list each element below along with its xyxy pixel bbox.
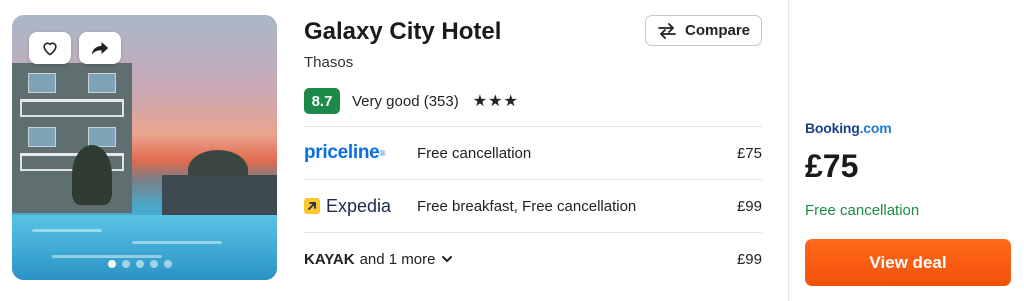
carousel-dot[interactable] — [150, 260, 158, 268]
view-deal-button[interactable]: View deal — [805, 239, 1011, 286]
swap-arrows-icon — [658, 22, 676, 39]
hotel-result-card: Galaxy City Hotel Thasos 8.7 Very good (… — [0, 0, 1024, 301]
share-arrow-icon — [91, 42, 109, 55]
offer-row-priceline[interactable]: priceline ® Free cancellation £75 — [304, 126, 762, 179]
favorite-button[interactable] — [29, 32, 71, 64]
review-summary: Very good (353) — [352, 92, 459, 110]
chevron-down-icon — [441, 255, 453, 263]
priceline-logo: priceline ® — [304, 142, 386, 163]
hotel-name[interactable]: Galaxy City Hotel — [304, 18, 501, 46]
compare-label: Compare — [684, 22, 751, 39]
star-rating: ★★★ — [472, 93, 519, 110]
more-offers-row[interactable]: KAYAK and 1 more £99 — [304, 232, 762, 285]
column-divider — [788, 0, 789, 301]
offer-row-expedia[interactable]: Expedia Free breakfast, Free cancellatio… — [304, 179, 762, 232]
photo-pool — [12, 215, 277, 280]
offer-price: £99 — [736, 250, 762, 268]
expedia-logo: Expedia — [304, 196, 417, 217]
carousel-dot[interactable] — [136, 260, 144, 268]
hotel-location: Thasos — [304, 54, 354, 71]
share-button[interactable] — [79, 32, 121, 64]
rating-row: 8.7 Very good (353) ★★★ — [304, 88, 519, 114]
offer-description: Free cancellation — [417, 144, 532, 162]
offers-list: priceline ® Free cancellation £75 Expedia… — [304, 126, 762, 285]
carousel-dot[interactable] — [164, 260, 172, 268]
booking-logo: Booking.com — [805, 120, 892, 136]
carousel-dot[interactable] — [122, 260, 130, 268]
offer-description: Free breakfast, Free cancellation — [417, 197, 637, 215]
carousel-dot[interactable] — [108, 260, 116, 268]
compare-button[interactable]: Compare — [645, 15, 762, 46]
offer-price: £99 — [736, 197, 762, 215]
expedia-arrow-icon — [304, 198, 320, 214]
photo-carousel-dots — [108, 260, 172, 268]
best-price: £75 — [805, 148, 859, 184]
review-score-badge: 8.7 — [304, 88, 340, 114]
more-offers-text: and 1 more — [359, 250, 436, 268]
kayak-logo: KAYAK — [304, 250, 355, 268]
offer-price: £75 — [736, 144, 762, 162]
hotel-photo[interactable] — [12, 15, 277, 280]
heart-icon — [43, 42, 57, 56]
best-deal-note: Free cancellation — [805, 202, 920, 219]
